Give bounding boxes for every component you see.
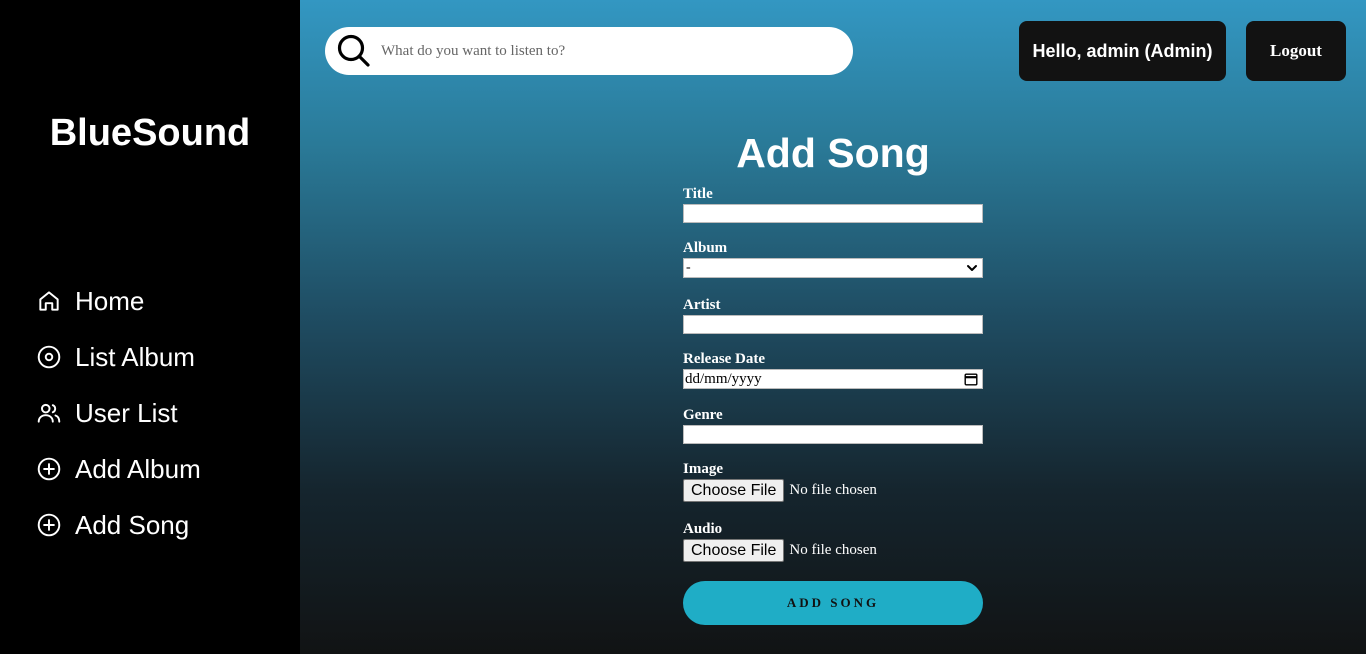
user-greeting-button[interactable]: Hello, admin (Admin) (1019, 21, 1226, 81)
sidebar-item-label: Add Album (75, 453, 201, 484)
sidebar-item-label: List Album (75, 341, 195, 372)
image-label: Image (683, 461, 723, 477)
sidebar-item-label: Add Song (75, 509, 190, 540)
page-title: Add Song (736, 130, 930, 176)
title-label: Title (683, 186, 713, 202)
sidebar-item-user-list[interactable]: User List (36, 395, 178, 431)
album-label: Album (683, 240, 728, 256)
calendar-icon[interactable] (964, 372, 978, 386)
album-selected-value: - (686, 260, 691, 275)
sidebar-item-label: Home (75, 285, 145, 316)
sidebar-item-home[interactable]: Home (36, 283, 144, 319)
sidebar: BlueSound Home List Album User List Add … (0, 0, 300, 654)
release-date-field[interactable]: dd/mm/yyyy (683, 369, 983, 389)
album-select[interactable]: - (683, 258, 983, 278)
add-song-button[interactable]: ADD SONG (683, 581, 983, 625)
audio-choose-file-button[interactable]: Choose File (683, 539, 785, 562)
audio-file-input[interactable]: Choose File No file chosen (683, 539, 877, 562)
plus-circle-icon (37, 513, 61, 537)
artist-field[interactable] (683, 315, 983, 334)
brand-logo: BlueSound (49, 112, 251, 154)
home-icon (39, 291, 59, 311)
search-input[interactable] (381, 39, 831, 63)
sidebar-item-label: User List (75, 397, 178, 428)
image-choose-file-button[interactable]: Choose File (683, 479, 785, 502)
logout-button[interactable]: Logout (1246, 21, 1346, 81)
main-content: Hello, admin (Admin) Logout Add Song Tit… (300, 0, 1366, 654)
sidebar-item-add-song[interactable]: Add Song (36, 507, 189, 543)
audio-label: Audio (683, 521, 723, 537)
title-field[interactable] (683, 204, 983, 223)
users-icon (37, 403, 61, 423)
audio-file-status: No file chosen (789, 542, 877, 558)
search-icon (337, 34, 370, 67)
disc-icon (37, 345, 61, 369)
release-date-label: Release Date (683, 351, 766, 367)
search-bar[interactable] (325, 27, 853, 75)
genre-field[interactable] (683, 425, 983, 444)
sidebar-item-list-album[interactable]: List Album (36, 339, 195, 375)
image-file-input[interactable]: Choose File No file chosen (683, 479, 877, 502)
plus-circle-icon (37, 457, 61, 481)
release-date-placeholder: dd/mm/yyyy (685, 370, 762, 387)
image-file-status: No file chosen (789, 482, 877, 498)
artist-label: Artist (683, 297, 721, 313)
sidebar-item-add-album[interactable]: Add Album (36, 451, 201, 487)
chevron-down-icon (967, 265, 977, 271)
genre-label: Genre (683, 407, 723, 423)
